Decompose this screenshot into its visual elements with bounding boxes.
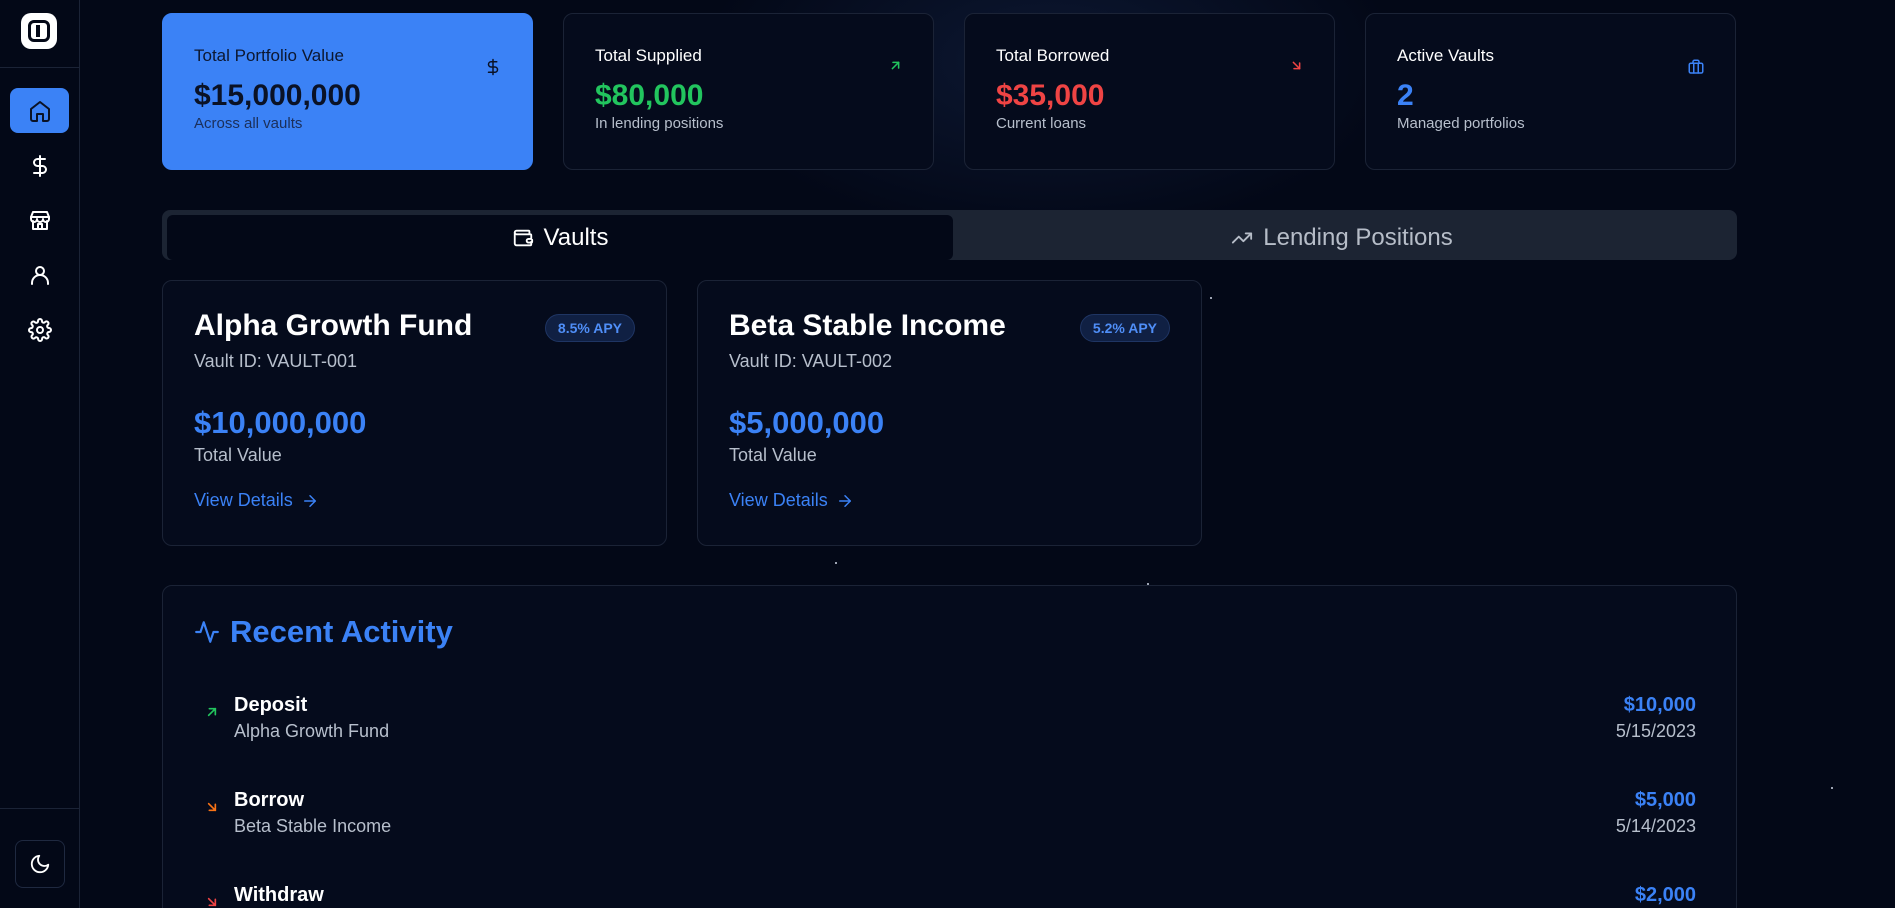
gear-icon bbox=[27, 317, 52, 342]
arrow-down-right-icon bbox=[1292, 61, 1301, 70]
arrow-up-right-icon bbox=[891, 61, 900, 70]
vault-card-beta: Beta Stable Income 5.2% APY Vault ID: VA… bbox=[697, 280, 1202, 546]
sidebar bbox=[0, 0, 80, 908]
stat-subtitle: Across all vaults bbox=[194, 115, 303, 132]
app-logo[interactable] bbox=[21, 13, 57, 49]
apy-badge: 8.5% APY bbox=[544, 314, 635, 342]
stat-value: $80,000 bbox=[595, 79, 704, 112]
activity-row[interactable]: Deposit Alpha Growth Fund $10,000 5/15/2… bbox=[194, 688, 1706, 748]
sidebar-item-user[interactable] bbox=[10, 252, 69, 297]
recent-activity-header: Recent Activity bbox=[194, 614, 453, 650]
moon-icon bbox=[30, 854, 50, 874]
activity-type: Borrow bbox=[234, 789, 304, 811]
view-details-label: View Details bbox=[194, 490, 293, 510]
home-icon bbox=[29, 100, 50, 122]
view-details-label: View Details bbox=[729, 490, 828, 510]
divider bbox=[0, 808, 80, 809]
vault-total-value: $5,000,000 bbox=[729, 405, 885, 440]
recent-activity-title: Recent Activity bbox=[230, 614, 453, 649]
sidebar-item-store[interactable] bbox=[10, 197, 69, 242]
sidebar-item-dollar[interactable] bbox=[10, 143, 69, 188]
activity-row[interactable]: Borrow Beta Stable Income $5,000 5/14/20… bbox=[194, 783, 1706, 843]
activity-amount: $5,000 bbox=[1634, 789, 1696, 811]
view-details-link[interactable]: View Details bbox=[729, 490, 1170, 511]
stat-card-portfolio-value: Total Portfolio Value $15,000,000 Across… bbox=[162, 13, 533, 170]
view-details-link[interactable]: View Details bbox=[194, 490, 635, 511]
dollar-icon bbox=[32, 154, 47, 177]
stat-subtitle: In lending positions bbox=[595, 115, 724, 132]
stat-card-active-vaults: Active Vaults 2 Managed portfolios bbox=[1365, 13, 1736, 170]
theme-toggle-button[interactable] bbox=[15, 840, 65, 888]
activity-amount: $10,000 bbox=[1623, 694, 1696, 716]
vault-value-label: Total Value bbox=[729, 445, 817, 465]
vault-total-value: $10,000,000 bbox=[194, 405, 367, 440]
tab-lending-positions[interactable]: Lending Positions bbox=[949, 215, 1735, 260]
stat-subtitle: Current loans bbox=[996, 115, 1087, 132]
arrow-right-icon bbox=[303, 494, 316, 507]
activity-row[interactable]: Withdraw $2,000 bbox=[194, 878, 1706, 908]
arrow-right-icon bbox=[838, 494, 851, 507]
tab-bar: Vaults Lending Positions bbox=[162, 210, 1737, 260]
stat-value: 2 bbox=[1397, 79, 1414, 112]
stat-title: Total Portfolio Value bbox=[194, 46, 344, 65]
sidebar-item-settings[interactable] bbox=[10, 307, 69, 352]
stat-card-total-borrowed: Total Borrowed $35,000 Current loans bbox=[964, 13, 1335, 170]
activity-vault: Beta Stable Income bbox=[234, 816, 392, 836]
star-dot bbox=[835, 562, 837, 564]
activity-type: Deposit bbox=[234, 694, 308, 716]
trending-up-icon bbox=[1232, 232, 1253, 243]
tab-vaults[interactable]: Vaults bbox=[167, 215, 953, 260]
arrow-down-right-icon bbox=[207, 802, 217, 812]
arrow-down-right-icon bbox=[207, 897, 217, 907]
star-dot bbox=[1210, 297, 1212, 299]
stat-title: Total Borrowed bbox=[996, 46, 1110, 65]
stat-subtitle: Managed portfolios bbox=[1397, 115, 1525, 132]
stat-card-total-supplied: Total Supplied $80,000 In lending positi… bbox=[563, 13, 934, 170]
vault-card-alpha: Alpha Growth Fund 8.5% APY Vault ID: VAU… bbox=[162, 280, 667, 546]
activity-date: 5/14/2023 bbox=[1615, 816, 1696, 836]
stat-value: $15,000,000 bbox=[194, 79, 361, 112]
star-dot bbox=[1831, 787, 1833, 789]
tab-label: Vaults bbox=[543, 223, 609, 251]
store-icon bbox=[29, 210, 50, 230]
dollar-icon bbox=[487, 58, 499, 76]
activity-type: Withdraw bbox=[234, 884, 324, 906]
activity-vault: Alpha Growth Fund bbox=[234, 721, 390, 741]
vault-id: Vault ID: VAULT-002 bbox=[729, 351, 893, 371]
sidebar-item-home[interactable] bbox=[10, 88, 69, 133]
recent-activity-panel: Recent Activity Deposit Alpha Growth Fun… bbox=[162, 585, 1737, 908]
stat-value: $35,000 bbox=[996, 79, 1105, 112]
wallet-icon bbox=[513, 229, 533, 246]
briefcase-icon bbox=[1688, 59, 1704, 74]
divider bbox=[0, 67, 80, 68]
user-icon bbox=[30, 265, 49, 285]
vault-value-label: Total Value bbox=[194, 445, 282, 465]
activity-amount: $2,000 bbox=[1634, 884, 1696, 906]
arrow-up-right-icon bbox=[207, 707, 217, 717]
stat-title: Total Supplied bbox=[595, 46, 702, 65]
vault-id: Vault ID: VAULT-001 bbox=[194, 351, 358, 371]
activity-icon bbox=[195, 621, 219, 643]
activity-date: 5/15/2023 bbox=[1615, 721, 1696, 741]
stat-title: Active Vaults bbox=[1397, 46, 1495, 65]
apy-badge: 5.2% APY bbox=[1079, 314, 1170, 342]
tab-label: Lending Positions bbox=[1263, 223, 1453, 251]
